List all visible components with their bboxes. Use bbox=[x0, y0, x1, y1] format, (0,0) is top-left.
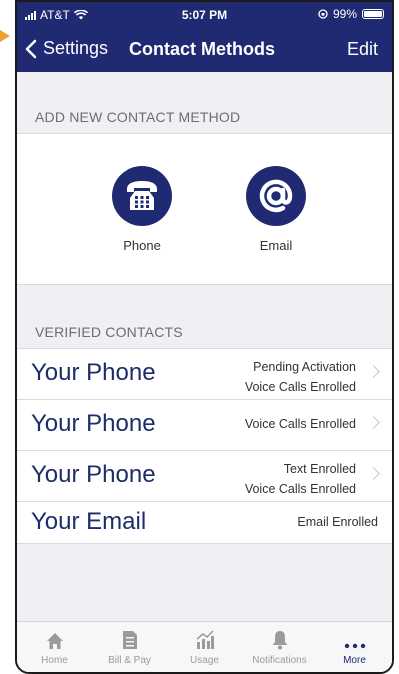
tab-label: Bill & Pay bbox=[108, 655, 151, 666]
verified-contacts-list: Your Phone Pending Activation Voice Call… bbox=[17, 348, 392, 544]
tab-notifications[interactable]: Notifications bbox=[242, 622, 317, 672]
contact-name: Your Phone bbox=[31, 461, 156, 488]
battery-percent: 99% bbox=[332, 7, 357, 21]
add-section-header: ADD NEW CONTACT METHOD bbox=[35, 109, 241, 125]
tab-label: Usage bbox=[190, 655, 219, 666]
add-contact-panel: Phone Email bbox=[17, 133, 392, 285]
contact-status: Voice Calls Enrolled bbox=[244, 417, 356, 431]
more-dots-icon bbox=[344, 643, 365, 649]
tab-label: Notifications bbox=[252, 655, 307, 666]
navigation-bar: Settings Contact Methods Edit bbox=[17, 28, 392, 72]
tab-more[interactable]: More bbox=[317, 622, 392, 672]
edit-button[interactable]: Edit bbox=[347, 39, 378, 60]
contact-name: Your Email bbox=[31, 508, 147, 535]
battery-status: 99% bbox=[318, 7, 384, 21]
contact-name: Your Phone bbox=[31, 410, 156, 437]
list-item[interactable]: Your Phone Voice Calls Enrolled bbox=[17, 400, 392, 451]
callout-arrow bbox=[0, 30, 10, 42]
page-title: Contact Methods bbox=[129, 39, 275, 59]
tab-home[interactable]: Home bbox=[17, 622, 92, 672]
content-area: ADD NEW CONTACT METHOD Phone Email VERIF… bbox=[17, 72, 392, 624]
usage-chart-icon bbox=[196, 630, 214, 649]
tab-bill-pay[interactable]: Bill & Pay bbox=[92, 622, 167, 672]
status-bar: AT&T 5:07 PM 99% bbox=[17, 2, 392, 28]
tab-label: Home bbox=[41, 655, 68, 666]
contact-status: Pending Activation Voice Calls Enrolled bbox=[244, 360, 356, 394]
telephone-icon bbox=[112, 166, 172, 226]
phone-screen: AT&T 5:07 PM 99% Settings Contact Method… bbox=[15, 0, 394, 674]
list-item[interactable]: Your Email Email Enrolled bbox=[17, 502, 392, 543]
bell-icon bbox=[272, 631, 287, 650]
add-email-button[interactable]: Email bbox=[236, 166, 316, 253]
back-label: Settings bbox=[43, 38, 109, 58]
contact-status: Text Enrolled Voice Calls Enrolled bbox=[244, 462, 356, 496]
chevron-left-icon bbox=[25, 39, 37, 58]
at-sign-icon bbox=[246, 166, 306, 226]
rotation-lock-icon bbox=[318, 9, 328, 19]
email-label: Email bbox=[259, 238, 293, 253]
contact-name: Your Phone bbox=[31, 359, 156, 386]
tab-bar: Home Bill & Pay Usage Notifications More bbox=[17, 621, 392, 672]
tab-usage[interactable]: Usage bbox=[167, 622, 242, 672]
chevron-right-icon bbox=[367, 416, 380, 429]
verified-section-header: VERIFIED CONTACTS bbox=[35, 324, 183, 340]
battery-icon bbox=[362, 9, 384, 19]
tab-label: More bbox=[343, 655, 366, 666]
chevron-right-icon bbox=[367, 467, 380, 480]
bill-icon bbox=[122, 631, 137, 649]
chevron-right-icon bbox=[367, 365, 380, 378]
phone-label: Phone bbox=[123, 238, 161, 253]
list-item[interactable]: Your Phone Pending Activation Voice Call… bbox=[17, 349, 392, 400]
list-item[interactable]: Your Phone Text Enrolled Voice Calls Enr… bbox=[17, 451, 392, 502]
add-phone-button[interactable]: Phone bbox=[102, 166, 182, 253]
back-button[interactable]: Settings bbox=[25, 38, 108, 59]
contact-status: Email Enrolled bbox=[297, 515, 378, 529]
home-icon bbox=[46, 633, 63, 649]
